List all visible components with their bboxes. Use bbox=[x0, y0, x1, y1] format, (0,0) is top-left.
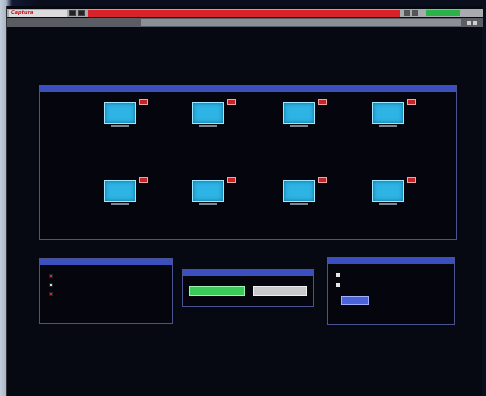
alert-badge-icon[interactable] bbox=[139, 99, 148, 105]
window-controls bbox=[467, 20, 477, 25]
monitor-icon bbox=[104, 180, 136, 202]
monitor-stand bbox=[290, 203, 308, 205]
system-ok-indicator bbox=[426, 10, 460, 16]
cancel-button[interactable] bbox=[253, 286, 307, 296]
status-legend-title bbox=[40, 259, 172, 265]
monitor-stand bbox=[199, 125, 217, 127]
timeout-row bbox=[336, 296, 454, 305]
alert-badge-icon[interactable] bbox=[407, 99, 416, 105]
monitor-stand bbox=[199, 203, 217, 205]
monitor-icon bbox=[192, 180, 224, 202]
acknowledge-icon[interactable] bbox=[412, 10, 418, 16]
speaker-icon[interactable] bbox=[404, 10, 410, 16]
monitoring-screen: Captura bbox=[6, 6, 483, 396]
alarm-icons bbox=[404, 10, 418, 16]
action-panel bbox=[182, 269, 314, 307]
action-buttons bbox=[183, 276, 313, 296]
alarm-toggle-button[interactable] bbox=[78, 10, 85, 16]
top-status-bar: Captura bbox=[7, 9, 483, 17]
option-row-1[interactable] bbox=[336, 273, 454, 277]
confirm-button[interactable] bbox=[189, 286, 245, 296]
workstations-panel bbox=[39, 85, 457, 240]
option-row-2[interactable] bbox=[336, 283, 454, 287]
options-panel bbox=[327, 257, 455, 325]
monitor-stand bbox=[379, 203, 397, 205]
monitor-stand bbox=[290, 125, 308, 127]
checkbox[interactable] bbox=[336, 273, 340, 277]
close-icon[interactable] bbox=[473, 20, 477, 25]
app-logo: Captura bbox=[9, 9, 67, 17]
screen-title bbox=[141, 19, 461, 26]
status-row-3 bbox=[49, 292, 172, 296]
minimize-icon[interactable] bbox=[467, 20, 471, 25]
status-dot-icon bbox=[49, 283, 53, 287]
checkbox[interactable] bbox=[336, 283, 340, 287]
menu-button[interactable] bbox=[69, 10, 76, 16]
status-dot-icon bbox=[49, 292, 53, 296]
monitor-icon bbox=[192, 102, 224, 124]
monitor-icon bbox=[372, 102, 404, 124]
monitor-icon bbox=[283, 102, 315, 124]
timeout-select[interactable] bbox=[341, 296, 369, 305]
monitor-stand bbox=[111, 125, 129, 127]
monitor-stand bbox=[379, 125, 397, 127]
monitor-icon bbox=[283, 180, 315, 202]
status-row-2 bbox=[49, 283, 172, 287]
title-bar bbox=[7, 18, 483, 27]
monitor-icon bbox=[104, 102, 136, 124]
monitor-icon bbox=[372, 180, 404, 202]
alert-badge-icon[interactable] bbox=[318, 177, 327, 183]
status-dot-icon bbox=[49, 274, 53, 278]
status-legend-panel bbox=[39, 258, 173, 324]
workstations-panel-title bbox=[40, 86, 456, 92]
monitor-stand bbox=[111, 203, 129, 205]
alert-badge-icon[interactable] bbox=[318, 99, 327, 105]
options-panel-title bbox=[328, 258, 454, 264]
alarm-banner[interactable] bbox=[88, 9, 400, 17]
alert-badge-icon[interactable] bbox=[139, 177, 148, 183]
alert-badge-icon[interactable] bbox=[227, 177, 236, 183]
alert-badge-icon[interactable] bbox=[227, 99, 236, 105]
alert-badge-icon[interactable] bbox=[407, 177, 416, 183]
status-row-1 bbox=[49, 274, 172, 278]
